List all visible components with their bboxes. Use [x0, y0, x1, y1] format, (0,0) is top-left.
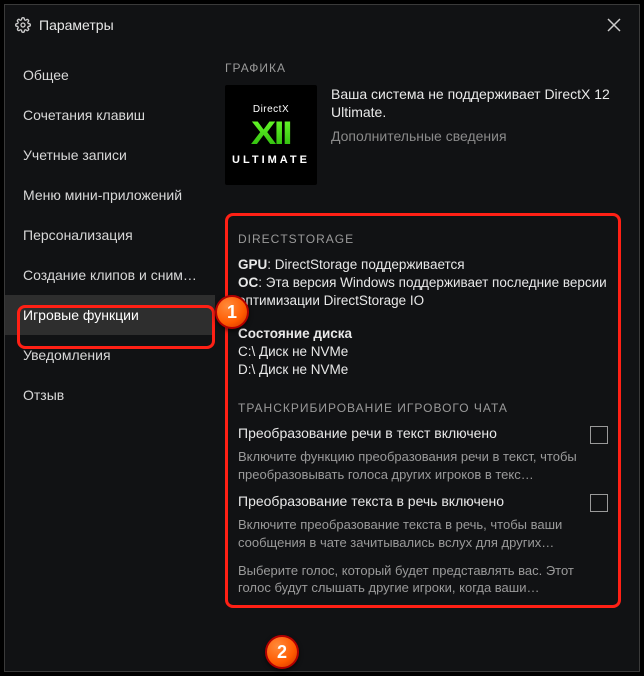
- close-icon: [607, 18, 621, 32]
- settings-window: Параметры Общее Сочетания клавиш Учетные…: [4, 4, 640, 672]
- disk-d-status: D:\ Диск не NVMe: [238, 361, 608, 379]
- titlebar: Параметры: [5, 5, 639, 45]
- directx-12-icon: XII: [251, 117, 291, 149]
- directx-label: DirectX: [253, 104, 289, 115]
- sidebar-item-widgets-menu[interactable]: Меню мини-приложений: [5, 175, 215, 215]
- gpu-status: : DirectStorage поддерживается: [267, 257, 464, 272]
- voice-select-description: Выберите голос, который будет представля…: [238, 562, 608, 597]
- directstorage-heading: DIRECTSTORAGE: [238, 232, 608, 246]
- directx-more-link[interactable]: Дополнительные сведения: [331, 127, 507, 145]
- sidebar-item-general[interactable]: Общее: [5, 55, 215, 95]
- text-to-speech-checkbox[interactable]: [590, 494, 608, 512]
- sidebar-item-notifications[interactable]: Уведомления: [5, 335, 215, 375]
- speech-to-text-label: Преобразование речи в текст включено: [238, 425, 580, 441]
- annotation-callout-2: 2: [265, 635, 299, 669]
- speech-to-text-description: Включите функцию преобразования речи в т…: [238, 448, 608, 483]
- graphics-heading: ГРАФИКА: [225, 61, 621, 75]
- content-pane: ГРАФИКА DirectX XII ULTIMATE Ваша систем…: [215, 45, 639, 671]
- gpu-label: GPU: [238, 257, 267, 272]
- sidebar-item-accounts[interactable]: Учетные записи: [5, 135, 215, 175]
- sidebar-item-personalization[interactable]: Персонализация: [5, 215, 215, 255]
- gear-icon: [15, 17, 31, 33]
- os-status: : Эта версия Windows поддерживает послед…: [238, 275, 607, 308]
- highlighted-section: DIRECTSTORAGE GPU: DirectStorage поддерж…: [225, 213, 621, 608]
- window-title: Параметры: [39, 17, 114, 33]
- sidebar-item-feedback[interactable]: Отзыв: [5, 375, 215, 415]
- directx-message: Ваша система не поддерживает DirectX 12 …: [331, 85, 621, 121]
- sidebar-item-captures[interactable]: Создание клипов и сним…: [5, 255, 215, 295]
- directx-row: DirectX XII ULTIMATE Ваша система не под…: [225, 85, 621, 185]
- directx-ultimate-label: ULTIMATE: [232, 154, 310, 166]
- text-to-speech-description: Включите преобразование текста в речь, ч…: [238, 516, 608, 551]
- transcribe-heading: ТРАНСКРИБИРОВАНИЕ ИГРОВОГО ЧАТА: [238, 401, 608, 415]
- disk-c-status: C:\ Диск не NVMe: [238, 343, 608, 361]
- speech-to-text-checkbox[interactable]: [590, 426, 608, 444]
- sidebar-item-shortcuts[interactable]: Сочетания клавиш: [5, 95, 215, 135]
- directstorage-info: GPU: DirectStorage поддерживается ОС: Эт…: [238, 256, 608, 379]
- sidebar: Общее Сочетания клавиш Учетные записи Ме…: [5, 45, 215, 671]
- annotation-callout-1: 1: [215, 295, 249, 329]
- directx-badge: DirectX XII ULTIMATE: [225, 85, 317, 185]
- text-to-speech-label: Преобразование текста в речь включено: [238, 493, 580, 509]
- disk-status-heading: Состояние диска: [238, 326, 352, 341]
- sidebar-item-gaming-features[interactable]: Игровые функции: [5, 295, 215, 335]
- os-label: ОС: [238, 275, 258, 290]
- close-button[interactable]: [599, 10, 629, 40]
